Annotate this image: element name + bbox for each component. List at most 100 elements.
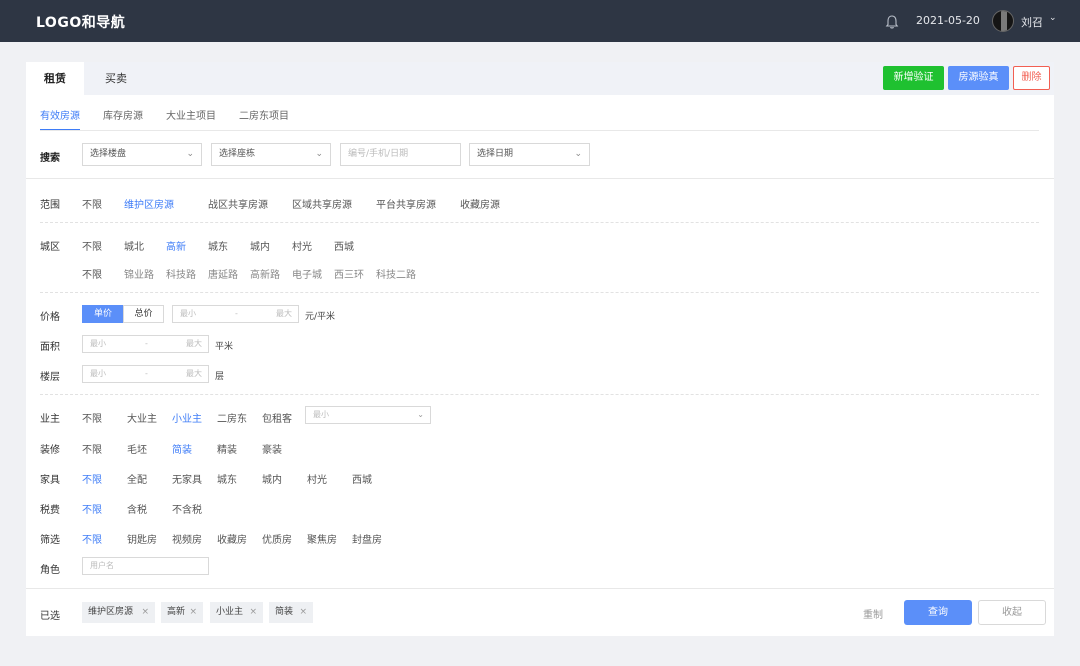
subdistrict-option-any[interactable]: 不限	[82, 266, 102, 281]
range-separator: -	[145, 369, 148, 378]
area-range-input[interactable]: 最小 - 最大	[82, 335, 209, 353]
divider	[26, 178, 1054, 179]
subdistrict-option[interactable]: 唐延路	[208, 266, 238, 281]
furniture-option-any[interactable]: 不限	[82, 471, 102, 486]
district-option-any[interactable]: 不限	[82, 238, 102, 253]
range-max: 最大	[186, 339, 202, 348]
subdistrict-option[interactable]: 高新路	[250, 266, 280, 281]
listing-filter-panel: 租赁 买卖 新增验证 房源验真 删除 有效房源 库存房源 大业主项目 二房东项目…	[26, 62, 1054, 636]
price-range-input[interactable]: 最小 - 最大	[172, 305, 299, 323]
selected-tag-label: 高新	[167, 607, 186, 617]
price-mode-unit[interactable]: 单价	[82, 305, 124, 323]
subtab-major-owner-projects[interactable]: 大业主项目	[166, 107, 216, 122]
tax-option-any[interactable]: 不限	[82, 501, 102, 516]
role-username-input[interactable]: 用户名	[82, 557, 209, 575]
district-option-xicheng[interactable]: 西城	[334, 238, 354, 253]
scope-option-region-shared[interactable]: 区域共享房源	[292, 196, 352, 211]
subdistrict-option[interactable]: 电子城	[292, 266, 322, 281]
close-icon[interactable]: ×	[189, 602, 197, 623]
filter-option-focus[interactable]: 聚焦房	[307, 531, 337, 546]
filter-option-sealed[interactable]: 封盘房	[352, 531, 382, 546]
furniture-option-full[interactable]: 全配	[127, 471, 147, 486]
owner-option-major[interactable]: 大业主	[127, 410, 157, 425]
scope-option-any[interactable]: 不限	[82, 196, 102, 211]
tax-option-excluded[interactable]: 不含税	[172, 501, 202, 516]
filter-option-key[interactable]: 钥匙房	[127, 531, 157, 546]
tab-rent[interactable]: 租赁	[26, 62, 84, 95]
block-select-value: 选择座栋	[219, 149, 256, 159]
scope-option-warzone-shared[interactable]: 战区共享房源	[208, 196, 268, 211]
district-option-chengdong[interactable]: 城东	[208, 238, 228, 253]
subdistrict-option[interactable]: 科技路	[166, 266, 196, 281]
range-min: 最小	[90, 369, 106, 378]
subtab-stock-listings[interactable]: 库存房源	[103, 107, 143, 122]
reset-button[interactable]: 重制	[863, 606, 883, 621]
user-name[interactable]: 刘召	[1021, 14, 1043, 30]
decoration-option-any[interactable]: 不限	[82, 441, 102, 456]
subdistrict-option[interactable]: 科技二路	[376, 266, 416, 281]
filter-option-favorite[interactable]: 收藏房	[217, 531, 247, 546]
owner-option-lessee[interactable]: 包租客	[262, 410, 292, 425]
decoration-option-bare[interactable]: 毛坯	[127, 441, 147, 456]
user-avatar[interactable]	[992, 10, 1014, 32]
subdistrict-option[interactable]: 西三环	[334, 266, 364, 281]
add-verify-button[interactable]: 新增验证	[883, 66, 944, 90]
divider	[40, 292, 1039, 293]
scope-label: 范围	[40, 200, 60, 211]
subtab-valid-listings[interactable]: 有效房源	[40, 107, 80, 122]
district-option-chengbei[interactable]: 城北	[124, 238, 144, 253]
furniture-option[interactable]: 村光	[307, 471, 327, 486]
filter-option-any[interactable]: 不限	[82, 531, 102, 546]
close-icon[interactable]: ×	[249, 602, 257, 623]
subtab-sublandlord-projects[interactable]: 二房东项目	[239, 107, 289, 122]
price-unit: 元/平米	[305, 312, 336, 322]
furniture-option[interactable]: 城东	[217, 471, 237, 486]
scope-option-favorites[interactable]: 收藏房源	[460, 196, 500, 211]
owner-option-any[interactable]: 不限	[82, 410, 102, 425]
furniture-option[interactable]: 西城	[352, 471, 372, 486]
block-select[interactable]: 选择座栋 ⌄	[211, 143, 331, 166]
district-option-gaoxin[interactable]: 高新	[166, 238, 186, 253]
tab-sale[interactable]: 买卖	[88, 62, 144, 95]
delete-button[interactable]: 删除	[1013, 66, 1050, 90]
close-icon[interactable]: ×	[141, 602, 149, 623]
decoration-option-fine[interactable]: 精装	[217, 441, 237, 456]
close-icon[interactable]: ×	[299, 602, 307, 623]
collapse-button[interactable]: 收起	[978, 600, 1046, 625]
building-select[interactable]: 选择楼盘 ⌄	[82, 143, 202, 166]
chevron-down-icon[interactable]: ⌄	[1049, 13, 1057, 23]
scope-option-maintained[interactable]: 维护区房源	[124, 196, 174, 211]
furniture-option[interactable]: 城内	[262, 471, 282, 486]
query-button[interactable]: 查询	[904, 600, 972, 625]
decoration-option-simple[interactable]: 简装	[172, 441, 192, 456]
owner-select[interactable]: 最小 ⌄	[305, 406, 431, 424]
logo[interactable]: LOGO和导航	[36, 12, 125, 32]
scope-option-platform-shared[interactable]: 平台共享房源	[376, 196, 436, 211]
area-label: 面积	[40, 342, 60, 353]
owner-option-minor[interactable]: 小业主	[172, 410, 202, 425]
top-navigation-bar: LOGO和导航 2021-05-20 刘召 ⌄	[0, 0, 1080, 42]
filter-option-video[interactable]: 视频房	[172, 531, 202, 546]
range-separator: -	[235, 309, 238, 318]
floor-unit: 层	[215, 372, 225, 382]
building-select-value: 选择楼盘	[90, 149, 127, 159]
floor-label: 楼层	[40, 372, 60, 383]
selected-tag: 高新 ×	[161, 602, 203, 623]
furniture-option-none[interactable]: 无家具	[172, 471, 202, 486]
owner-option-sublandlord[interactable]: 二房东	[217, 410, 247, 425]
tax-option-included[interactable]: 含税	[127, 501, 147, 516]
bell-icon[interactable]	[884, 14, 900, 30]
verify-listing-button[interactable]: 房源验真	[948, 66, 1009, 90]
floor-range-input[interactable]: 最小 - 最大	[82, 365, 209, 383]
district-option-chengnei[interactable]: 城内	[250, 238, 270, 253]
decoration-option-luxury[interactable]: 豪装	[262, 441, 282, 456]
chevron-down-icon: ⌄	[574, 149, 582, 159]
price-mode-total[interactable]: 总价	[123, 305, 164, 323]
subdistrict-option[interactable]: 锦业路	[124, 266, 154, 281]
keyword-input[interactable]: 编号/手机/日期	[340, 143, 461, 166]
filter-option-quality[interactable]: 优质房	[262, 531, 292, 546]
filter-label: 筛选	[40, 535, 60, 546]
date-select[interactable]: 选择日期 ⌄	[469, 143, 590, 166]
divider	[40, 130, 1039, 131]
district-option-cunguang[interactable]: 村光	[292, 238, 312, 253]
